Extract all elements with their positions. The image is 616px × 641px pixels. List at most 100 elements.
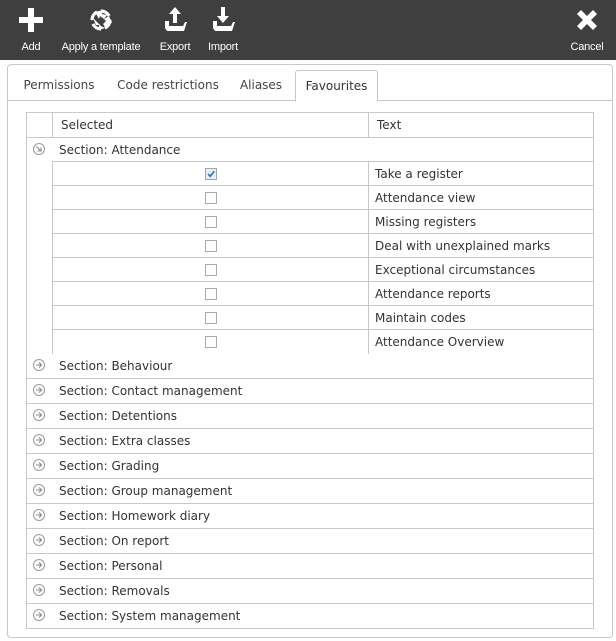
export-label: Export (159, 41, 191, 53)
checkmark-icon (207, 170, 215, 178)
apply-template-button[interactable]: Apply a template (58, 0, 144, 60)
expand-arrow-icon[interactable] (33, 434, 45, 446)
section-row[interactable]: Section: Behaviour (27, 354, 593, 378)
tab-aliases[interactable]: Aliases (232, 71, 290, 99)
section-row[interactable]: Section: Personal (27, 553, 593, 578)
collapse-arrow-icon[interactable] (33, 143, 45, 155)
export-tray-up-icon (165, 7, 187, 31)
column-header-selected[interactable]: Selected (52, 113, 368, 137)
tab-permissions[interactable]: Permissions (14, 71, 104, 99)
section-row[interactable]: Section: Contact management (27, 378, 593, 403)
selected-cell (52, 234, 369, 258)
section-label: Section: Grading (59, 459, 160, 473)
import-label: Import (208, 41, 238, 53)
selected-cell (52, 258, 369, 282)
expand-arrow-icon[interactable] (33, 509, 45, 521)
section-row[interactable]: Section: Removals (27, 578, 593, 603)
tab-bar: Permissions Code restrictions Aliases Fa… (8, 65, 612, 102)
favourites-table: Selected Text Section: Attendance Take a… (26, 112, 594, 629)
section-label: Section: Behaviour (59, 359, 173, 373)
indent-cell (27, 186, 52, 210)
import-button[interactable]: Import (204, 0, 242, 60)
item-text: Missing registers (368, 210, 593, 234)
item-text: Maintain codes (368, 306, 593, 330)
selected-cell (52, 186, 369, 210)
section-row[interactable]: Section: Group management (27, 478, 593, 503)
expand-arrow-icon[interactable] (33, 609, 45, 621)
expand-arrow-icon[interactable] (33, 584, 45, 596)
export-button[interactable]: Export (156, 0, 194, 60)
section-label: Section: Detentions (59, 409, 177, 423)
toolbar: Add Apply a template Export Import Cance… (0, 0, 616, 60)
table-row: Maintain codes (27, 305, 593, 330)
item-text: Attendance Overview (368, 330, 593, 354)
section-label: Section: Extra classes (59, 434, 191, 448)
section-row[interactable]: Section: Homework diary (27, 503, 593, 528)
item-text: Deal with unexplained marks (368, 234, 593, 258)
column-header-text[interactable]: Text (368, 113, 593, 137)
section-label: Section: System management (59, 609, 241, 623)
section-row[interactable]: Section: Grading (27, 453, 593, 478)
recycle-arrows-icon (90, 9, 112, 31)
section-label: Section: Homework diary (59, 509, 211, 523)
expand-arrow-icon[interactable] (33, 384, 45, 396)
item-text: Attendance reports (368, 282, 593, 306)
indent-cell (27, 282, 52, 306)
indent-cell (27, 162, 52, 186)
apply-template-label: Apply a template (61, 41, 141, 53)
table-row: Attendance reports (27, 281, 593, 306)
section-row[interactable]: Section: Extra classes (27, 428, 593, 453)
section-row-attendance[interactable]: Section: Attendance (27, 137, 593, 162)
selected-checkbox[interactable] (205, 264, 217, 276)
selected-checkbox[interactable] (205, 288, 217, 300)
section-label: Section: On report (59, 534, 169, 548)
expand-arrow-icon[interactable] (33, 409, 45, 421)
indent-cell (27, 306, 52, 330)
selected-cell (52, 330, 369, 354)
table-row: Exceptional circumstances (27, 257, 593, 282)
table-header: Selected Text (27, 113, 593, 137)
cancel-label: Cancel (570, 41, 604, 53)
selected-checkbox[interactable] (205, 312, 217, 324)
expand-arrow-icon[interactable] (33, 484, 45, 496)
section-row[interactable]: Section: System management (27, 603, 593, 628)
item-text: Take a register (368, 162, 593, 186)
section-row[interactable]: Section: On report (27, 528, 593, 553)
tab-favourites[interactable]: Favourites (295, 70, 378, 102)
indent-cell (27, 210, 52, 234)
expand-arrow-icon[interactable] (33, 359, 45, 371)
selected-checkbox[interactable] (205, 336, 217, 348)
header-expander-cell (27, 113, 52, 137)
section-label: Section: Removals (59, 584, 170, 598)
table-row: Attendance Overview (27, 329, 593, 354)
indent-cell (27, 330, 52, 354)
selected-cell (52, 306, 369, 330)
plus-icon (19, 8, 43, 32)
selected-checkbox[interactable] (205, 216, 217, 228)
close-x-icon (577, 10, 597, 30)
expand-arrow-icon[interactable] (33, 459, 45, 471)
favourites-panel: Permissions Code restrictions Aliases Fa… (7, 64, 613, 638)
cancel-button[interactable]: Cancel (566, 0, 608, 60)
selected-cell (52, 282, 369, 306)
section-label: Section: Attendance (59, 143, 181, 157)
import-tray-down-icon (213, 7, 235, 31)
section-label: Section: Personal (59, 559, 163, 573)
expand-arrow-icon[interactable] (33, 559, 45, 571)
item-text: Exceptional circumstances (368, 258, 593, 282)
table-row: Take a register (27, 161, 593, 186)
section-row[interactable]: Section: Detentions (27, 403, 593, 428)
item-text: Attendance view (368, 186, 593, 210)
selected-checkbox[interactable] (205, 192, 217, 204)
section-label: Section: Group management (59, 484, 233, 498)
selected-checkbox[interactable] (205, 240, 217, 252)
tab-code-restrictions[interactable]: Code restrictions (112, 71, 224, 99)
indent-cell (27, 258, 52, 282)
add-button[interactable]: Add (14, 0, 48, 60)
selected-checkbox[interactable] (205, 168, 217, 180)
add-label: Add (21, 41, 41, 53)
selected-cell (52, 162, 369, 186)
section-label: Section: Contact management (59, 384, 243, 398)
table-row: Attendance view (27, 185, 593, 210)
expand-arrow-icon[interactable] (33, 534, 45, 546)
